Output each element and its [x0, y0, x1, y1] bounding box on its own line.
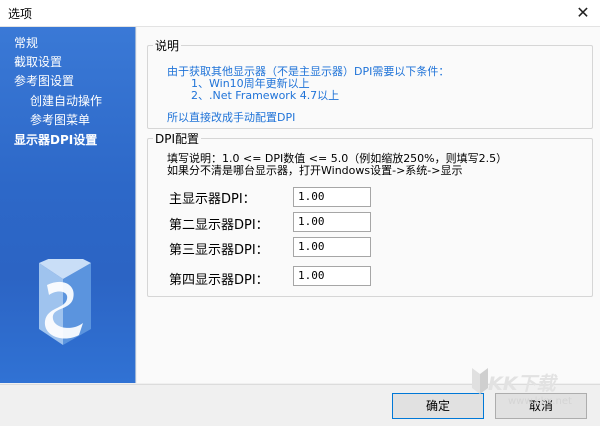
third-dpi-input[interactable]: 1.00 — [293, 237, 371, 257]
notice-legend: 说明 — [155, 39, 180, 53]
fourth-dpi-label: 第四显示器DPI： — [169, 273, 269, 288]
sidebar: 常规 截取设置 参考图设置 创建自动操作 参考图菜单 显示器DPI设置 — [0, 27, 136, 383]
sidebar-item-reference-settings[interactable]: 参考图设置 — [14, 72, 74, 89]
watermark-logo-icon — [472, 368, 488, 394]
fourth-dpi-input[interactable]: 1.00 — [293, 266, 371, 286]
watermark-url: www.kkx.net — [508, 396, 572, 407]
third-dpi-label: 第三显示器DPI： — [169, 243, 269, 258]
content-panel: 说明 由于获取其他显示器（不是主显示器）DPI需要以下条件： 1、Win10周年… — [137, 27, 600, 383]
sidebar-item-create-auto-action[interactable]: 创建自动操作 — [30, 92, 102, 109]
sidebar-item-reference-menu[interactable]: 参考图菜单 — [30, 111, 90, 128]
notice-line-4: 所以直接改成手动配置DPI — [167, 111, 296, 124]
notice-line-3: 2、.Net Framework 4.7以上 — [191, 89, 340, 102]
ok-button[interactable]: 确定 — [392, 393, 484, 419]
second-dpi-label: 第二显示器DPI： — [169, 218, 269, 233]
dpi-display-hint: 如果分不清是哪台显示器，打开Windows设置->系统->显示 — [167, 164, 463, 177]
watermark-text: KK下载 — [488, 373, 556, 395]
sidebar-item-general[interactable]: 常规 — [14, 34, 38, 51]
second-dpi-input[interactable]: 1.00 — [293, 212, 371, 232]
title-bar: 选项 ✕ — [0, 0, 600, 27]
primary-dpi-label: 主显示器DPI： — [169, 192, 256, 207]
sidebar-item-monitor-dpi[interactable]: 显示器DPI设置 — [14, 131, 97, 148]
app-logo-icon — [39, 259, 91, 345]
primary-dpi-input[interactable]: 1.00 — [293, 187, 371, 207]
window-title: 选项 — [8, 7, 33, 21]
close-icon[interactable]: ✕ — [566, 0, 600, 26]
sidebar-item-capture-settings[interactable]: 截取设置 — [14, 53, 62, 70]
dpi-config-legend: DPI配置 — [155, 132, 200, 146]
